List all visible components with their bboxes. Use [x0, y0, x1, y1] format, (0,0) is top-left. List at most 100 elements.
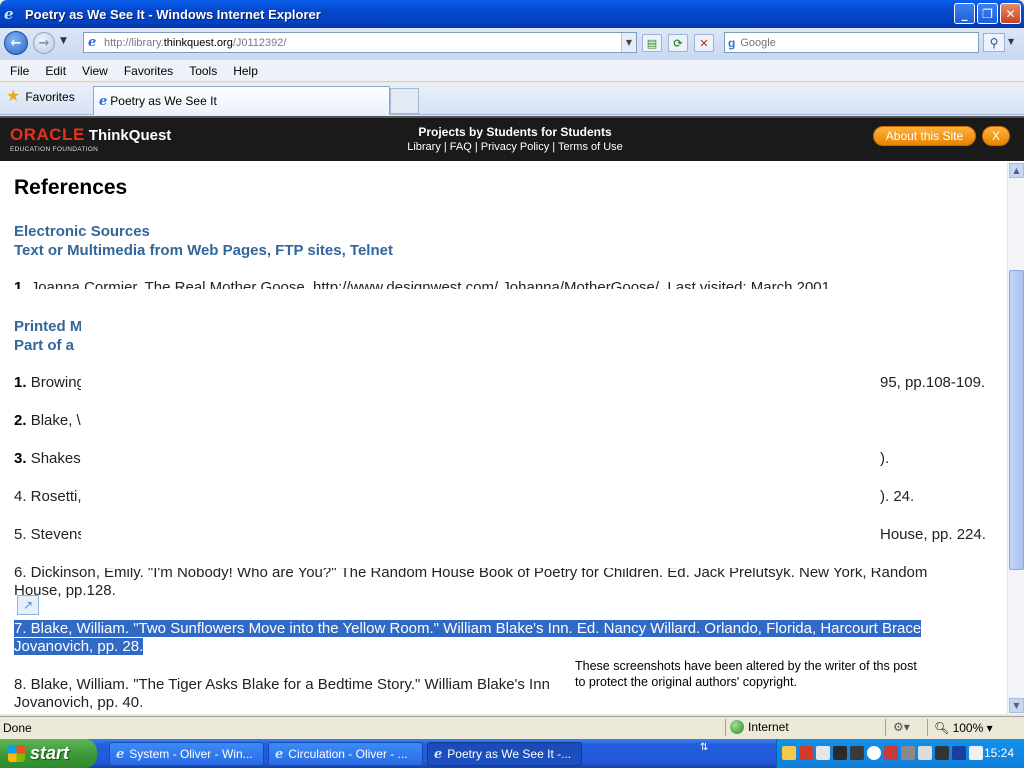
start-label: start	[30, 743, 70, 763]
tray-network-icon[interactable]	[901, 746, 915, 760]
search-options-icon[interactable]: ▼	[1008, 37, 1014, 46]
menu-help[interactable]: Help	[225, 64, 266, 78]
page-icon: e	[88, 35, 97, 50]
taskbar-item-active[interactable]: e Poetry as We See It -...	[427, 742, 582, 766]
start-button[interactable]: start	[0, 739, 97, 768]
list-item-tail: ). 24.	[880, 488, 915, 505]
menu-view[interactable]: View	[74, 64, 116, 78]
taskbar-item[interactable]: e System - Oliver - Win...	[109, 742, 264, 766]
site-tagline: Projects by Students for Students	[418, 125, 612, 139]
scroll-up-icon[interactable]: ▲	[1009, 163, 1024, 178]
protected-mode-icon[interactable]: ⚙▾	[893, 720, 910, 734]
tray-pdf-icon[interactable]	[799, 746, 813, 760]
favorites-label: Favorites	[25, 90, 75, 104]
tray-sigma-icon[interactable]	[935, 746, 949, 760]
ie-icon: e	[116, 746, 125, 762]
divider	[725, 719, 726, 736]
address-field[interactable]: e http://library.thinkquest.org/J0112392…	[83, 32, 637, 53]
address-dropdown-icon[interactable]: ▼	[621, 33, 636, 52]
close-window-button[interactable]: ✕	[1000, 3, 1021, 24]
menu-edit[interactable]: Edit	[37, 64, 74, 78]
tab-poetry[interactable]: e Poetry as We See It	[93, 86, 390, 115]
search-icon[interactable]: ⚲	[983, 33, 1005, 52]
list-item-tail: 95, pp.108-109.	[880, 374, 986, 391]
refresh-icon[interactable]: ⟳	[668, 34, 688, 52]
section-electronic-title: Electronic Sources	[14, 223, 150, 240]
about-site-button[interactable]: About this Site	[873, 126, 976, 146]
tray-volume-icon[interactable]	[969, 746, 983, 760]
favorites-bar: ★ Favorites e Poetry as We See It	[0, 83, 1024, 115]
vertical-scrollbar[interactable]: ▲ ▼	[1007, 162, 1024, 714]
ie-icon: e	[275, 746, 284, 762]
tray-doc-icon[interactable]	[816, 746, 830, 760]
search-field[interactable]: g	[724, 32, 979, 53]
scrollbar-thumb[interactable]	[1009, 270, 1024, 570]
tray-shield-icon[interactable]	[884, 746, 898, 760]
google-icon: g	[728, 35, 736, 50]
note-line: These screenshots have been altered by t…	[575, 659, 917, 673]
favorites-star-icon: ★	[6, 88, 21, 105]
page-title: References	[14, 176, 128, 199]
scroll-down-icon[interactable]: ▼	[1009, 698, 1024, 713]
history-dropdown-icon[interactable]: ▼	[60, 36, 67, 46]
zone-label: Internet	[748, 720, 789, 734]
zoom-control[interactable]: 🔍︎ 100% ▾	[934, 721, 993, 735]
menu-favorites[interactable]: Favorites	[116, 64, 181, 78]
taskbar-item[interactable]: e Circulation - Oliver - ...	[268, 742, 423, 766]
back-arrow-icon: ←	[10, 35, 22, 51]
list-item: 1. Browing	[14, 374, 85, 391]
thinkquest-logo[interactable]: ORACLE ThinkQuest EDUCATION FOUNDATION	[10, 125, 171, 153]
logo-oracle-text: ORACLE	[10, 125, 85, 144]
link-icon[interactable]: ↗	[17, 595, 39, 615]
tray-app-icon[interactable]	[782, 746, 796, 760]
list-item: 6. Dickinson, Emily. "I'm Nobody! Who ar…	[14, 564, 928, 599]
copyright-note: These screenshots have been altered by t…	[575, 657, 995, 714]
security-zone[interactable]: Internet	[730, 720, 789, 734]
menu-tools[interactable]: Tools	[181, 64, 225, 78]
address-toolbar: ← → ▼ e http://library.thinkquest.org/J0…	[0, 28, 1024, 60]
section-printed-title: Printed M	[14, 318, 83, 335]
minimize-button[interactable]: _	[954, 3, 975, 24]
close-header-button[interactable]: X	[982, 126, 1010, 146]
tab-label: Poetry as We See It	[110, 94, 217, 108]
taskbar: start e System - Oliver - Win... e Circula…	[0, 739, 1024, 768]
maximize-button[interactable]: ❐	[977, 3, 998, 24]
expand-tray-icon[interactable]: ⇅	[700, 743, 708, 753]
forward-arrow-icon: →	[38, 35, 50, 51]
system-tray: 15:24	[776, 739, 1024, 768]
windows-flag-icon	[8, 745, 25, 762]
logo-subtitle: EDUCATION FOUNDATION	[10, 146, 99, 153]
window-title-bar[interactable]: e Poetry as We See It - Windows Internet…	[0, 0, 1024, 28]
site-links[interactable]: Library | FAQ | Privacy Policy | Terms o…	[380, 141, 650, 153]
tray-tool-icon[interactable]	[918, 746, 932, 760]
list-item-tail: House, pp. 224.	[880, 526, 986, 543]
tray-download-icon[interactable]	[867, 746, 881, 760]
favorites-button[interactable]: ★ Favorites	[6, 88, 75, 105]
list-item: 2. Blake, \	[14, 412, 81, 429]
stop-icon[interactable]: ✕	[694, 34, 714, 52]
back-button[interactable]: ←	[4, 31, 28, 55]
tray-monitor-icon[interactable]	[952, 746, 966, 760]
section-printed-subtitle: Part of a	[14, 337, 75, 354]
clock[interactable]: 15:24	[984, 746, 1014, 760]
search-input[interactable]	[740, 36, 961, 49]
tray-media-icon[interactable]	[850, 746, 864, 760]
tray-film-icon[interactable]	[833, 746, 847, 760]
divider	[885, 719, 886, 736]
ie-icon: e	[4, 5, 14, 23]
window-title: Poetry as We See It - Windows Internet E…	[25, 6, 321, 22]
section-electronic-subtitle: Text or Multimedia from Web Pages, FTP s…	[14, 242, 393, 259]
status-bar: Done Internet ⚙▾ 🔍︎ 100% ▾	[0, 716, 1024, 738]
list-item: 3. Shakes	[14, 450, 81, 467]
compatibility-icon[interactable]: ▤	[642, 34, 662, 52]
browser-viewport: ORACLE ThinkQuest EDUCATION FOUNDATION Pr…	[0, 116, 1024, 714]
forward-button[interactable]: →	[33, 32, 55, 54]
menu-bar: File Edit View Favorites Tools Help	[0, 60, 1024, 82]
status-text: Done	[3, 721, 32, 735]
menu-file[interactable]: File	[2, 64, 37, 78]
globe-icon	[730, 720, 744, 734]
note-line: to protect the original authors' copyrig…	[575, 675, 797, 689]
new-tab-button[interactable]	[390, 88, 419, 114]
logo-thinkquest-text: ThinkQuest	[88, 127, 172, 144]
redaction-block	[81, 289, 880, 568]
